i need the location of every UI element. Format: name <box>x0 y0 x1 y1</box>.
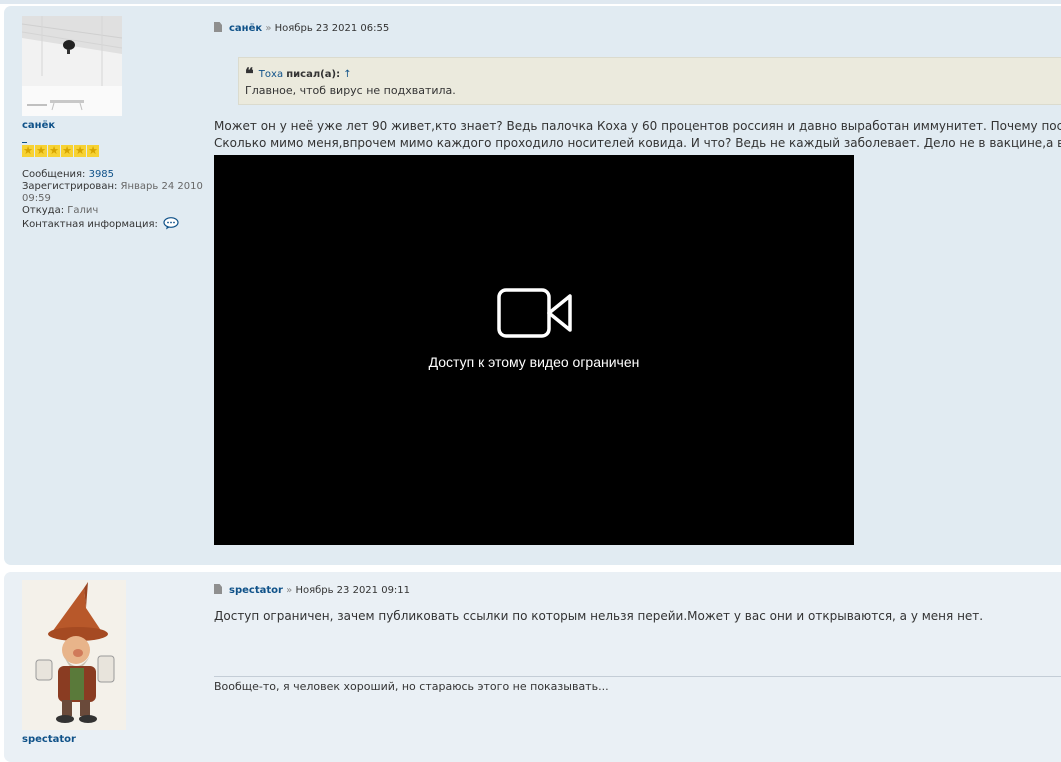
star-icon: ★ <box>74 144 86 157</box>
stat-messages-label: Сообщения: <box>22 169 86 180</box>
stat-messages-value[interactable]: 3985 <box>89 169 114 180</box>
profile-username[interactable]: spectator <box>22 734 212 746</box>
post-profile: spectator <box>22 580 212 746</box>
video-restricted-message: Доступ к этому видео ограничен <box>428 354 640 370</box>
post-author-line: санёк » Ноябрь 23 2021 06:55 <box>214 22 1061 36</box>
stat-registered-value: Январь 24 2010 <box>120 181 203 192</box>
top-strip <box>0 0 1061 4</box>
post-icon[interactable] <box>214 22 222 32</box>
post-profile: санёк ★ ★ ★ ★ ★ ★ Сообщения: 3985 Зареги… <box>22 16 212 231</box>
video-embed[interactable]: Доступ к этому видео ограничен <box>214 155 854 545</box>
stat-from-value: Галич <box>67 205 99 216</box>
chat-bubble-icon[interactable] <box>163 217 179 230</box>
rank-stars: ★ ★ ★ ★ ★ ★ <box>22 145 212 159</box>
star-icon: ★ <box>61 144 73 157</box>
quote-jump-link[interactable]: ↑ <box>343 69 351 80</box>
stat-messages: Сообщения: 3985 <box>22 169 212 181</box>
quote-text: Главное, чтоб вирус не подхватила. <box>245 84 456 97</box>
post-date: Ноябрь 23 2021 09:11 <box>295 585 411 596</box>
star-icon: ★ <box>35 144 47 157</box>
quote-author[interactable]: Тоха <box>259 69 283 80</box>
post-signature: Вообще-то, я человек хороший, но стараюс… <box>214 680 609 693</box>
avatar[interactable] <box>22 580 126 730</box>
separator: » <box>265 23 272 34</box>
rank-line <box>22 135 212 143</box>
post-2: spectator spectator » Ноябрь 23 2021 09:… <box>4 572 1061 762</box>
post-text: Доступ ограничен, зачем публиковать ссыл… <box>214 609 984 623</box>
separator: » <box>286 585 293 596</box>
star-icon: ★ <box>48 144 60 157</box>
stat-registered-time: 09:59 <box>22 193 51 204</box>
stat-registered-label: Зарегистрирован: <box>22 181 118 192</box>
stat-contact: Контактная информация: <box>22 217 212 231</box>
avatar[interactable] <box>22 16 122 116</box>
post-author-line: spectator » Ноябрь 23 2021 09:11 <box>214 584 1061 598</box>
profile-stats: Сообщения: 3985 Зарегистрирован: Январь … <box>22 169 212 231</box>
post-icon[interactable] <box>214 584 222 594</box>
quote-icon: ❝ <box>245 64 254 83</box>
stat-registered: Зарегистрирован: Январь 24 2010 <box>22 181 212 193</box>
quote-block: ❝ Тоха писал(а): ↑ Главное, чтоб вирус н… <box>238 57 1061 105</box>
quote-header: ❝ Тоха писал(а): ↑ <box>245 64 1061 83</box>
star-icon: ★ <box>22 144 34 157</box>
signature-divider <box>214 676 1061 677</box>
post-author[interactable]: санёк <box>229 23 262 34</box>
profile-username[interactable]: санёк <box>22 120 212 132</box>
quote-wrote-label: писал(а): <box>286 69 341 80</box>
post-text-line-1: Может он у неё уже лет 90 живет,кто знае… <box>214 119 1061 133</box>
post-date: Ноябрь 23 2021 06:55 <box>274 23 390 34</box>
video-camera-icon <box>497 288 572 338</box>
stat-from: Откуда: Галич <box>22 205 212 217</box>
post-1: санёк ★ ★ ★ ★ ★ ★ Сообщения: 3985 Зареги… <box>4 6 1061 565</box>
star-icon: ★ <box>87 144 99 157</box>
stat-contact-label: Контактная информация: <box>22 219 158 230</box>
post-body: spectator » Ноябрь 23 2021 09:11 Доступ … <box>214 584 1061 693</box>
post-body: санёк » Ноябрь 23 2021 06:55 ❝ Тоха писа… <box>214 22 1061 545</box>
stat-from-label: Откуда: <box>22 205 65 216</box>
post-text-line-2: Сколько мимо меня,впрочем мимо каждого п… <box>214 136 1061 150</box>
post-author[interactable]: spectator <box>229 585 283 596</box>
